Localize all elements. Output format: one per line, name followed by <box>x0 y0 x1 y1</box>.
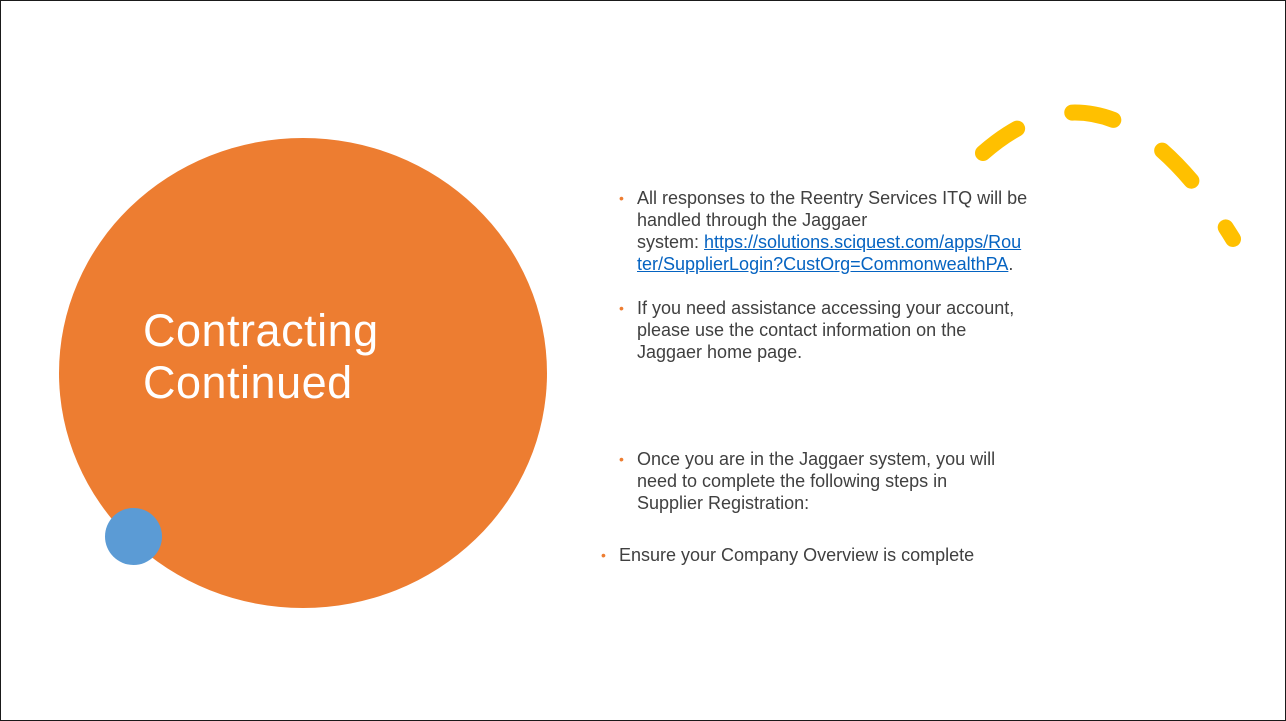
bullet-text: Ensure your Company Overview is complete <box>619 545 975 565</box>
blue-circle-decoration <box>105 508 162 565</box>
bullet-text: Once you are in the Jaggaer system, you … <box>637 449 996 513</box>
bullet-text: If you need assistance accessing your ac… <box>637 298 1015 362</box>
link-line-1[interactable]: https://solutions.sciquest.com/apps/Rou <box>704 232 1021 252</box>
bullet-icon: • <box>619 300 624 316</box>
bullet-text-end: . <box>1008 254 1014 274</box>
bullet-text: All responses to the Reentry Services IT… <box>637 187 1067 275</box>
bullet-icon: • <box>601 547 606 563</box>
slide-title: Contracting Continued <box>143 305 473 409</box>
title-line-2: Continued <box>143 357 353 408</box>
bullet-icon: • <box>619 451 624 467</box>
title-line-1: Contracting <box>143 305 379 356</box>
link-line-2[interactable]: ter/SupplierLogin?CustOrg=CommonwealthPA <box>637 254 1008 274</box>
bullet-icon: • <box>619 190 624 206</box>
slide: Contracting Continued • All responses to… <box>0 0 1286 721</box>
